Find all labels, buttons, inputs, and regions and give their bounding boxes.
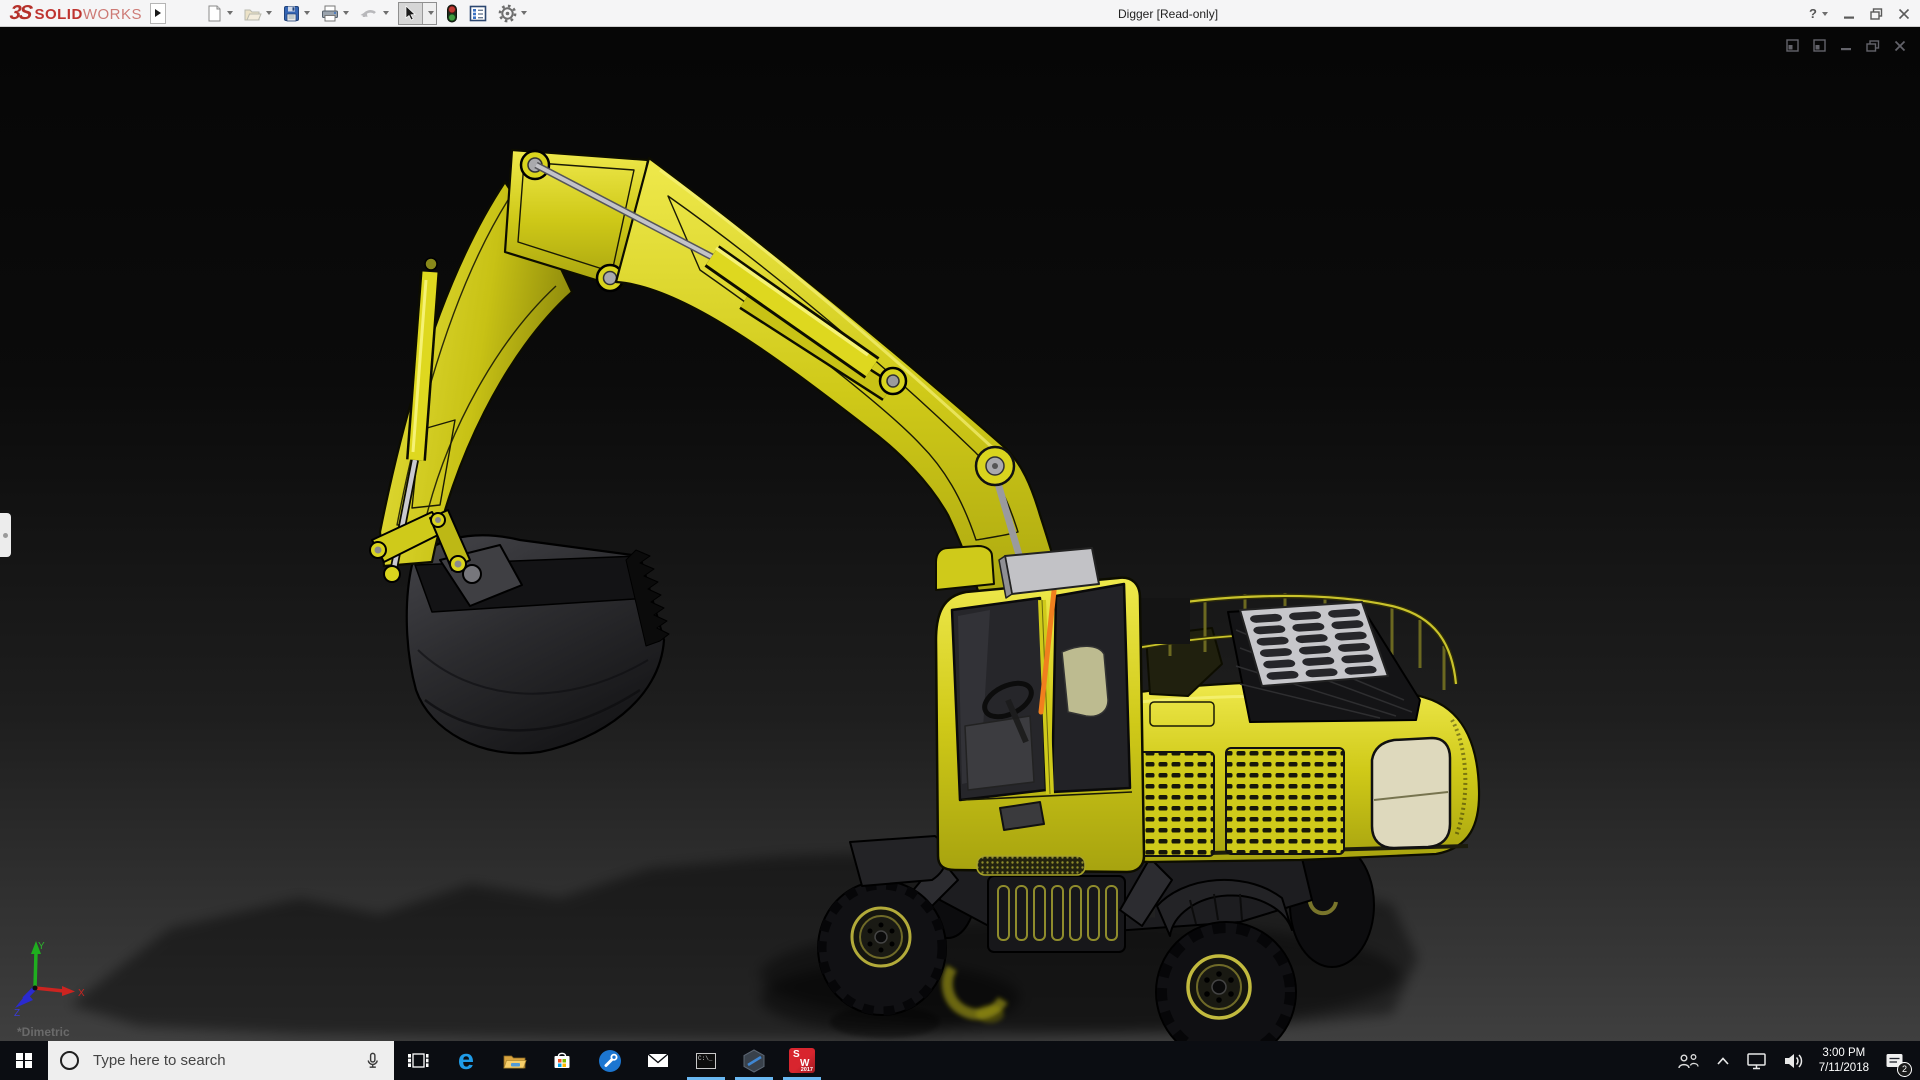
window-controls: ? bbox=[1809, 0, 1910, 27]
quick-toolbar bbox=[204, 0, 536, 27]
minimize-button[interactable] bbox=[1843, 8, 1855, 20]
task-view-icon bbox=[406, 1050, 430, 1072]
wrench-circle-icon bbox=[598, 1049, 622, 1073]
taskbar-mail[interactable] bbox=[634, 1041, 682, 1080]
gear-icon bbox=[498, 4, 517, 23]
taskbar-empty-area bbox=[826, 1041, 1676, 1080]
network-icon[interactable] bbox=[1745, 1051, 1769, 1071]
hexagon-app-icon bbox=[741, 1048, 767, 1074]
view-orientation-label: *Dimetric bbox=[17, 1025, 70, 1039]
undo-button[interactable] bbox=[358, 3, 391, 24]
microsoft-store-icon bbox=[550, 1049, 574, 1072]
open-button[interactable] bbox=[242, 3, 274, 24]
windows-taskbar: e C:\_ bbox=[0, 1041, 1920, 1080]
notification-badge: 2 bbox=[1897, 1062, 1912, 1077]
document-title: Digger [Read-only] bbox=[1118, 7, 1218, 21]
undo-dropdown[interactable] bbox=[383, 11, 389, 15]
doc-minimize-button[interactable] bbox=[1840, 40, 1852, 52]
wheel-front bbox=[818, 881, 946, 1015]
restore-button[interactable] bbox=[1870, 8, 1883, 20]
doc-close-button[interactable] bbox=[1894, 40, 1906, 52]
document-window-controls bbox=[1786, 39, 1906, 52]
solidworks-logo-mark: 3S bbox=[9, 3, 32, 23]
microphone-icon[interactable] bbox=[363, 1051, 382, 1070]
open-dropdown[interactable] bbox=[266, 11, 272, 15]
help-icon: ? bbox=[1809, 6, 1817, 21]
taskbar-edge[interactable]: e bbox=[442, 1041, 490, 1080]
3d-model-canvas[interactable]: Y X Z bbox=[0, 27, 1920, 1041]
tile-window-icon-2[interactable] bbox=[1813, 39, 1826, 52]
taskbar-solidworks[interactable]: S W 2017 bbox=[778, 1041, 826, 1080]
save-dropdown[interactable] bbox=[304, 11, 310, 15]
volume-icon[interactable] bbox=[1782, 1051, 1806, 1071]
new-document-icon bbox=[206, 5, 223, 22]
doc-restore-button[interactable] bbox=[1866, 40, 1880, 52]
select-dropdown[interactable] bbox=[422, 3, 436, 24]
brand-works: WORKS bbox=[83, 6, 142, 23]
taskbar-search[interactable] bbox=[48, 1041, 394, 1080]
tray-date: 7/11/2018 bbox=[1819, 1061, 1869, 1076]
print-button[interactable] bbox=[319, 3, 351, 24]
brand-solid: SOLID bbox=[34, 6, 82, 23]
taskbar-settings-tool[interactable] bbox=[586, 1041, 634, 1080]
triad-z-label: Z bbox=[14, 1008, 20, 1019]
task-pane-button[interactable] bbox=[467, 3, 489, 24]
flyout-arrow-icon bbox=[155, 9, 161, 17]
solidworks-2017-icon: S W 2017 bbox=[789, 1048, 815, 1073]
rebuild-button[interactable] bbox=[444, 2, 460, 25]
print-dropdown[interactable] bbox=[343, 11, 349, 15]
close-button[interactable] bbox=[1898, 8, 1910, 20]
open-icon bbox=[244, 5, 262, 22]
new-document-button[interactable] bbox=[204, 3, 235, 24]
new-dropdown[interactable] bbox=[227, 11, 233, 15]
panel-tab-dot-icon bbox=[3, 533, 8, 538]
windows-logo-icon bbox=[16, 1053, 32, 1069]
taskbar-store[interactable] bbox=[538, 1041, 586, 1080]
select-tool[interactable] bbox=[398, 2, 437, 25]
toolbar-flyout-button[interactable] bbox=[150, 3, 166, 24]
mail-icon bbox=[646, 1051, 670, 1070]
taskbar-file-explorer[interactable] bbox=[490, 1041, 538, 1080]
tile-window-icon[interactable] bbox=[1786, 39, 1799, 52]
search-input[interactable] bbox=[91, 1051, 351, 1070]
graphics-area[interactable]: Y X Z *Dimetric bbox=[0, 27, 1920, 1041]
tray-time: 3:00 PM bbox=[1819, 1046, 1869, 1061]
save-button[interactable] bbox=[281, 3, 312, 24]
hidden-icons-chevron[interactable] bbox=[1714, 1053, 1732, 1069]
bucket bbox=[407, 535, 669, 753]
taskbar-task-view[interactable] bbox=[394, 1041, 442, 1080]
triad-x-label: X bbox=[78, 988, 85, 999]
cortana-icon bbox=[60, 1051, 79, 1070]
edge-icon: e bbox=[458, 1046, 474, 1075]
system-tray: 3:00 PM 7/11/2018 2 bbox=[1676, 1041, 1920, 1080]
task-list-icon bbox=[469, 5, 487, 22]
collapsed-panel-tab[interactable] bbox=[0, 513, 11, 557]
options-button[interactable] bbox=[496, 2, 529, 25]
people-icon[interactable] bbox=[1676, 1050, 1701, 1072]
select-cursor-icon[interactable] bbox=[399, 3, 422, 24]
cab-step bbox=[977, 856, 1085, 875]
traffic-light-icon bbox=[446, 4, 458, 23]
front-fender bbox=[850, 836, 946, 886]
taskbar-clock[interactable]: 3:00 PM 7/11/2018 bbox=[1819, 1046, 1869, 1076]
triad-y-label: Y bbox=[38, 941, 45, 952]
command-prompt-icon: C:\_ bbox=[696, 1053, 716, 1069]
help-button[interactable]: ? bbox=[1809, 6, 1828, 21]
taskbar-command-prompt[interactable]: C:\_ bbox=[682, 1041, 730, 1080]
file-explorer-icon bbox=[502, 1050, 527, 1071]
save-icon bbox=[283, 5, 300, 22]
seat bbox=[1062, 646, 1108, 716]
action-center-button[interactable]: 2 bbox=[1882, 1048, 1908, 1074]
solidworks-logo: 3S SOLID WORKS bbox=[10, 3, 142, 23]
orientation-triad: Y X Z bbox=[14, 941, 85, 1019]
print-icon bbox=[321, 5, 339, 22]
undo-icon bbox=[360, 5, 379, 22]
options-dropdown[interactable] bbox=[521, 11, 527, 15]
taskbar-composer[interactable] bbox=[730, 1041, 778, 1080]
titlebar: 3S SOLID WORKS bbox=[0, 0, 1920, 27]
help-dropdown[interactable] bbox=[1822, 12, 1828, 16]
start-button[interactable] bbox=[0, 1041, 48, 1080]
